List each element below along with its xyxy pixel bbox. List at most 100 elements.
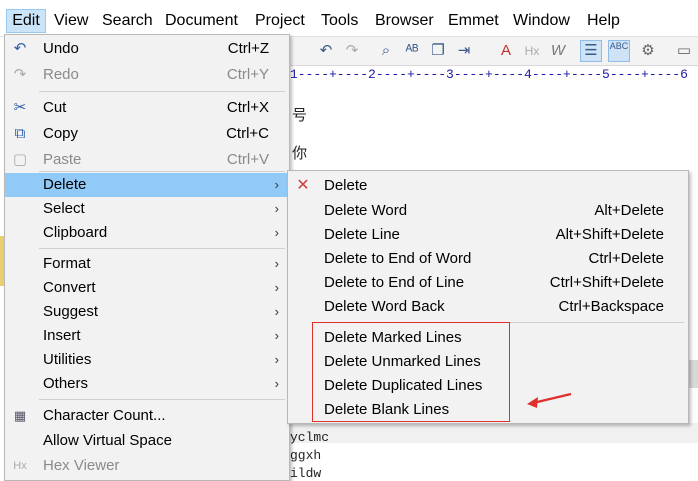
menu-window[interactable]: Window (513, 10, 570, 32)
menu-item-insert[interactable]: Insert › (5, 324, 289, 348)
scissors-icon: ✂ (13, 99, 27, 116)
menu-item-label: Clipboard (43, 224, 108, 241)
editor-char: 你 (292, 146, 308, 163)
delete-x-icon: ✕ (296, 177, 310, 194)
toolbar: ↶ ↷ ⌕ ᴬᴮ ❐ ⇥ A Hx W ☰ ABC ⚙ ▭ (290, 37, 698, 66)
chevron-right-icon: › (274, 304, 279, 319)
menu-separator (39, 171, 285, 172)
menu-item-label: Delete Word (324, 202, 408, 219)
menu-item-cut[interactable]: ✂ Cut Ctrl+X (5, 96, 289, 120)
menu-item-character-count[interactable]: ▦ Character Count... (5, 404, 289, 428)
hex-icon: Hx (13, 460, 27, 472)
menu-separator (39, 91, 285, 92)
menu-item-format[interactable]: Format › (5, 252, 289, 276)
menu-item-redo[interactable]: ↷ Redo Ctrl+Y (5, 63, 289, 87)
menu-item-label: Hex Viewer (43, 457, 120, 474)
menu-bar: Edit View Search Document Project Tools … (0, 0, 698, 37)
submenu-item-delete[interactable]: ✕ Delete (288, 174, 688, 198)
editor-line: yclmc (290, 430, 330, 445)
menu-edit[interactable]: Edit (6, 9, 46, 33)
editor-line: ggxh (290, 448, 322, 463)
submenu-item-delete-to-end-of-word[interactable]: Delete to End of Word Ctrl+Delete (288, 247, 688, 271)
find-icon[interactable]: ⌕ (376, 41, 396, 61)
menu-tools[interactable]: Tools (321, 10, 358, 32)
chevron-right-icon: › (274, 225, 279, 240)
menu-item-delete[interactable]: Delete › (5, 173, 289, 197)
menu-item-label: Others (43, 375, 89, 392)
submenu-item-delete-word[interactable]: Delete Word Alt+Delete (288, 199, 688, 223)
menu-view[interactable]: View (54, 10, 88, 32)
menu-document[interactable]: Document (165, 10, 238, 32)
menu-item-shortcut: Alt+Delete (594, 202, 664, 219)
menu-item-shortcut: Ctrl+Shift+Delete (549, 274, 664, 291)
chevron-right-icon: › (274, 328, 279, 343)
chevron-right-icon: › (274, 177, 279, 192)
menu-item-label: Cut (43, 99, 67, 116)
menu-item-paste[interactable]: ▢ Paste Ctrl+V (5, 148, 289, 172)
menu-item-select[interactable]: Select › (5, 197, 289, 221)
menu-item-shortcut: Ctrl+Y (226, 66, 269, 83)
ruler: 1----+----2----+----3----+----4----+----… (290, 66, 698, 84)
chevron-right-icon: › (274, 256, 279, 271)
chevron-right-icon: › (274, 376, 279, 391)
word-wrap-icon[interactable]: ☰ (580, 40, 602, 62)
copy-icon: ⧉ (14, 125, 26, 142)
editor-char: 号 (292, 108, 308, 125)
window-icon[interactable]: ▭ (674, 41, 694, 61)
menu-search[interactable]: Search (102, 10, 153, 32)
editor-line: ildw (290, 466, 322, 481)
menu-emmet[interactable]: Emmet (448, 10, 499, 32)
menu-item-label: Suggest (43, 303, 99, 320)
font-icon[interactable]: A (496, 41, 516, 61)
menu-item-utilities[interactable]: Utilities › (5, 348, 289, 372)
menu-item-label: Utilities (43, 351, 92, 368)
menu-item-label: Delete to End of Line (324, 274, 465, 291)
hex-toolbar-icon[interactable]: Hx (522, 41, 542, 61)
menu-item-copy[interactable]: ⧉ Copy Ctrl+C (5, 122, 289, 146)
submenu-item-delete-line[interactable]: Delete Line Alt+Shift+Delete (288, 223, 688, 247)
menu-item-clipboard[interactable]: Clipboard › (5, 221, 289, 245)
menu-item-label: Delete (324, 177, 368, 194)
menu-item-hex-viewer[interactable]: Hx Hex Viewer (5, 454, 289, 478)
replace-icon[interactable]: ᴬᴮ (402, 41, 422, 61)
menu-item-label: Delete to End of Word (324, 250, 472, 267)
menu-item-suggest[interactable]: Suggest › (5, 300, 289, 324)
menu-item-label: Undo (43, 40, 79, 57)
paste-icon: ▢ (12, 151, 28, 168)
menu-item-shortcut: Ctrl+Delete (588, 250, 664, 267)
menu-item-label: Allow Virtual Space (43, 432, 172, 449)
menu-item-shortcut: Ctrl+Z (227, 40, 269, 57)
submenu-item-delete-to-end-of-line[interactable]: Delete to End of Line Ctrl+Shift+Delete (288, 271, 688, 295)
jump-icon[interactable]: ⇥ (454, 41, 474, 61)
character-count-icon: ▦ (13, 408, 27, 423)
menu-item-convert[interactable]: Convert › (5, 276, 289, 300)
menu-separator (39, 399, 285, 400)
menu-project[interactable]: Project (255, 10, 305, 32)
menu-item-undo[interactable]: ↶ Undo Ctrl+Z (5, 37, 289, 61)
redo-icon[interactable]: ↷ (342, 41, 362, 61)
spell-check-icon[interactable]: ABC (608, 40, 630, 62)
menu-item-label: Character Count... (43, 407, 166, 424)
menu-help[interactable]: Help (587, 10, 620, 32)
menu-item-label: Insert (43, 327, 81, 344)
menu-item-label: Redo (43, 66, 79, 83)
undo-icon[interactable]: ↶ (316, 41, 336, 61)
menu-item-label: Delete Word Back (324, 298, 445, 315)
editor-area (290, 423, 698, 443)
menu-item-shortcut: Alt+Shift+Delete (555, 226, 664, 243)
menu-item-label: Format (43, 255, 91, 272)
edit-menu: ↶ Undo Ctrl+Z ↷ Redo Ctrl+Y ✂ Cut Ctrl+X… (4, 34, 290, 481)
menu-browser[interactable]: Browser (375, 10, 434, 32)
menu-item-others[interactable]: Others › (5, 372, 289, 396)
menu-item-allow-virtual-space[interactable]: Allow Virtual Space (5, 429, 289, 453)
submenu-item-delete-word-back[interactable]: Delete Word Back Ctrl+Backspace (288, 295, 688, 319)
undo-icon: ↶ (13, 40, 27, 57)
find-in-files-icon[interactable]: ❐ (428, 41, 448, 61)
menu-item-label: Delete Line (324, 226, 400, 243)
chevron-right-icon: › (274, 280, 279, 295)
wrap-icon[interactable]: W (548, 41, 568, 61)
gear-icon[interactable]: ⚙ (638, 41, 658, 61)
menu-item-shortcut: Ctrl+X (226, 99, 269, 116)
menu-item-shortcut: Ctrl+C (226, 125, 269, 142)
menu-item-shortcut: Ctrl+V (226, 151, 269, 168)
